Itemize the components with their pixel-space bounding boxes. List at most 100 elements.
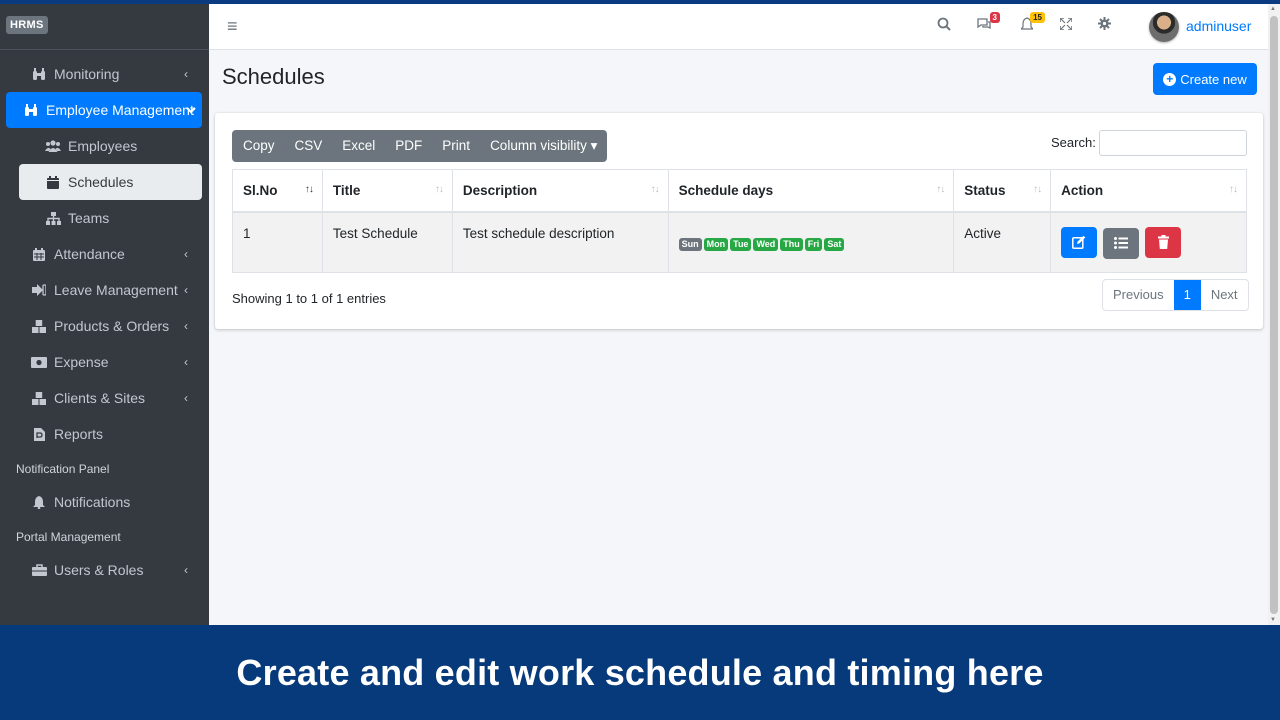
messages-badge: 3: [989, 12, 1000, 23]
sign-out-icon: [31, 284, 47, 296]
excel-button[interactable]: Excel: [332, 130, 385, 162]
column-header-description[interactable]: Description ↑↓: [451, 169, 669, 213]
search-icon[interactable]: [937, 17, 951, 35]
print-button[interactable]: Print: [432, 130, 480, 162]
day-badge-tue: Tue: [730, 237, 752, 251]
list-icon: [1114, 237, 1129, 249]
hamburger-menu-icon[interactable]: ≡: [227, 16, 238, 37]
money-icon: [31, 356, 47, 368]
scroll-down-arrow-icon[interactable]: ▼: [1270, 617, 1276, 623]
nav-header-portal-management: Portal Management: [16, 530, 121, 544]
chevron-left-icon: ‹: [184, 355, 188, 369]
search-label: Search:: [1051, 135, 1096, 150]
day-badge-sun: Sun: [678, 237, 702, 251]
file-icon: [31, 427, 47, 441]
sidebar-item-label: Products & Orders: [54, 318, 170, 334]
sort-icon: ↑↓: [1033, 184, 1042, 195]
schedules-card: Copy CSV Excel PDF Print Column visibili…: [215, 113, 1263, 329]
sidebar-item-label: Expense: [54, 354, 109, 370]
brand-logo[interactable]: HRMS: [6, 15, 48, 34]
page-title: Schedules: [222, 64, 325, 89]
view-details-button[interactable]: [1103, 227, 1140, 259]
copy-button[interactable]: Copy: [232, 130, 285, 162]
pagination-next[interactable]: Next: [1201, 280, 1248, 310]
chevron-left-icon: ‹: [184, 247, 188, 261]
username-link[interactable]: adminuser: [1186, 18, 1251, 34]
sidebar-item-attendance[interactable]: Attendance ‹: [7, 236, 202, 272]
binoculars-icon: [31, 67, 47, 81]
sidebar-item-label: Monitoring: [54, 66, 120, 82]
sort-icon: ↑↓: [936, 184, 945, 195]
users-icon: [45, 140, 61, 152]
chevron-left-icon: ‹: [184, 391, 188, 405]
column-visibility-button[interactable]: Column visibility ▾: [480, 130, 607, 162]
notifications-badge: 15: [1030, 12, 1045, 23]
column-header-schedule-days[interactable]: Schedule days ↑↓: [667, 169, 955, 213]
sidebar-item-expense[interactable]: Expense ‹: [7, 344, 202, 380]
top-navbar: ≡ 3 15 adminuser: [209, 4, 1268, 50]
day-badge-wed: Wed: [753, 237, 779, 251]
scroll-up-arrow-icon[interactable]: ▲: [1270, 6, 1276, 12]
chevron-left-icon: ‹: [184, 563, 188, 577]
column-header-action[interactable]: Action ↑↓: [1050, 169, 1247, 213]
sidebar-item-products-orders[interactable]: Products & Orders ‹: [7, 308, 202, 344]
fullscreen-icon[interactable]: [1059, 17, 1073, 34]
pagination-page-1[interactable]: 1: [1173, 280, 1201, 310]
column-header-slno[interactable]: Sl.No ↑↓: [232, 169, 323, 213]
brand[interactable]: HRMS: [0, 0, 209, 50]
boxes-icon: [31, 391, 47, 405]
boxes-icon: [31, 319, 47, 333]
pagination-previous[interactable]: Previous: [1103, 280, 1174, 310]
calendar-grid-icon: [31, 247, 47, 261]
sidebar-item-label: Notifications: [54, 494, 131, 510]
delete-button[interactable]: [1145, 226, 1182, 258]
sidebar-item-notifications[interactable]: Notifications: [7, 484, 202, 520]
search-input[interactable]: [1099, 130, 1247, 156]
nav-header-notification-panel: Notification Panel: [16, 462, 110, 476]
cell-slno: 1: [232, 211, 323, 273]
gear-icon[interactable]: [1098, 17, 1111, 34]
plus-circle-icon: +: [1163, 72, 1177, 86]
bell-icon[interactable]: 15: [1019, 12, 1045, 35]
pdf-button[interactable]: PDF: [385, 130, 432, 162]
create-new-button[interactable]: + Create new: [1153, 63, 1257, 95]
sidebar-item-label: Employee Management: [46, 102, 194, 118]
table-row: 1 Test Schedule Test schedule descriptio…: [232, 211, 1247, 273]
export-button-group: Copy CSV Excel PDF Print Column visibili…: [232, 130, 608, 162]
sidebar-item-label: Leave Management: [54, 282, 178, 298]
sidebar-item-employee-management[interactable]: Employee Management: [6, 92, 202, 128]
sidebar-item-users-roles[interactable]: Users & Roles ‹: [7, 552, 202, 588]
cell-schedule-days: Sun Mon Tue Wed Thu Fri Sat: [667, 211, 955, 273]
binoculars-icon: [23, 103, 39, 117]
page-scrollbar[interactable]: ▲ ▼: [1268, 4, 1280, 625]
sidebar-nav: Monitoring ‹ Employee Management Employe…: [0, 50, 209, 588]
column-header-title[interactable]: Title ↑↓: [321, 169, 453, 213]
csv-button[interactable]: CSV: [285, 130, 333, 162]
sidebar-item-label: Teams: [68, 210, 110, 226]
sidebar-item-teams[interactable]: Teams: [19, 200, 202, 236]
sidebar-item-monitoring[interactable]: Monitoring ‹: [7, 56, 202, 92]
trash-icon: [1157, 235, 1169, 249]
scroll-thumb[interactable]: [1270, 16, 1278, 614]
sidebar-item-schedules[interactable]: Schedules: [19, 164, 202, 200]
table-info-text: Showing 1 to 1 of 1 entries: [232, 291, 386, 306]
edit-button[interactable]: [1061, 226, 1098, 258]
sidebar-item-clients-sites[interactable]: Clients & Sites ‹: [7, 380, 202, 416]
sidebar-item-label: Reports: [54, 426, 104, 442]
edit-icon: [1072, 235, 1086, 249]
calendar-icon: [45, 175, 61, 189]
sort-icon: ↑↓: [650, 184, 660, 195]
sidebar-item-label: Users & Roles: [54, 562, 144, 578]
column-header-status[interactable]: Status ↑↓: [953, 169, 1052, 213]
table-header-row: Sl.No ↑↓ Title ↑↓ Description ↑↓ Schedule d…: [232, 169, 1247, 213]
sort-icon: ↑↓: [1229, 184, 1238, 195]
avatar[interactable]: [1149, 12, 1179, 42]
day-badge-fri: Fri: [804, 237, 823, 251]
messages-icon[interactable]: 3: [976, 12, 1000, 35]
sidebar-item-label: Clients & Sites: [54, 390, 146, 406]
sidebar-item-employees[interactable]: Employees: [19, 128, 202, 164]
caption-banner: Create and edit work schedule and timing…: [0, 625, 1280, 720]
day-badge-sat: Sat: [824, 237, 845, 251]
sidebar-item-reports[interactable]: Reports: [7, 416, 202, 452]
sidebar-item-leave-management[interactable]: Leave Management ‹: [7, 272, 202, 308]
